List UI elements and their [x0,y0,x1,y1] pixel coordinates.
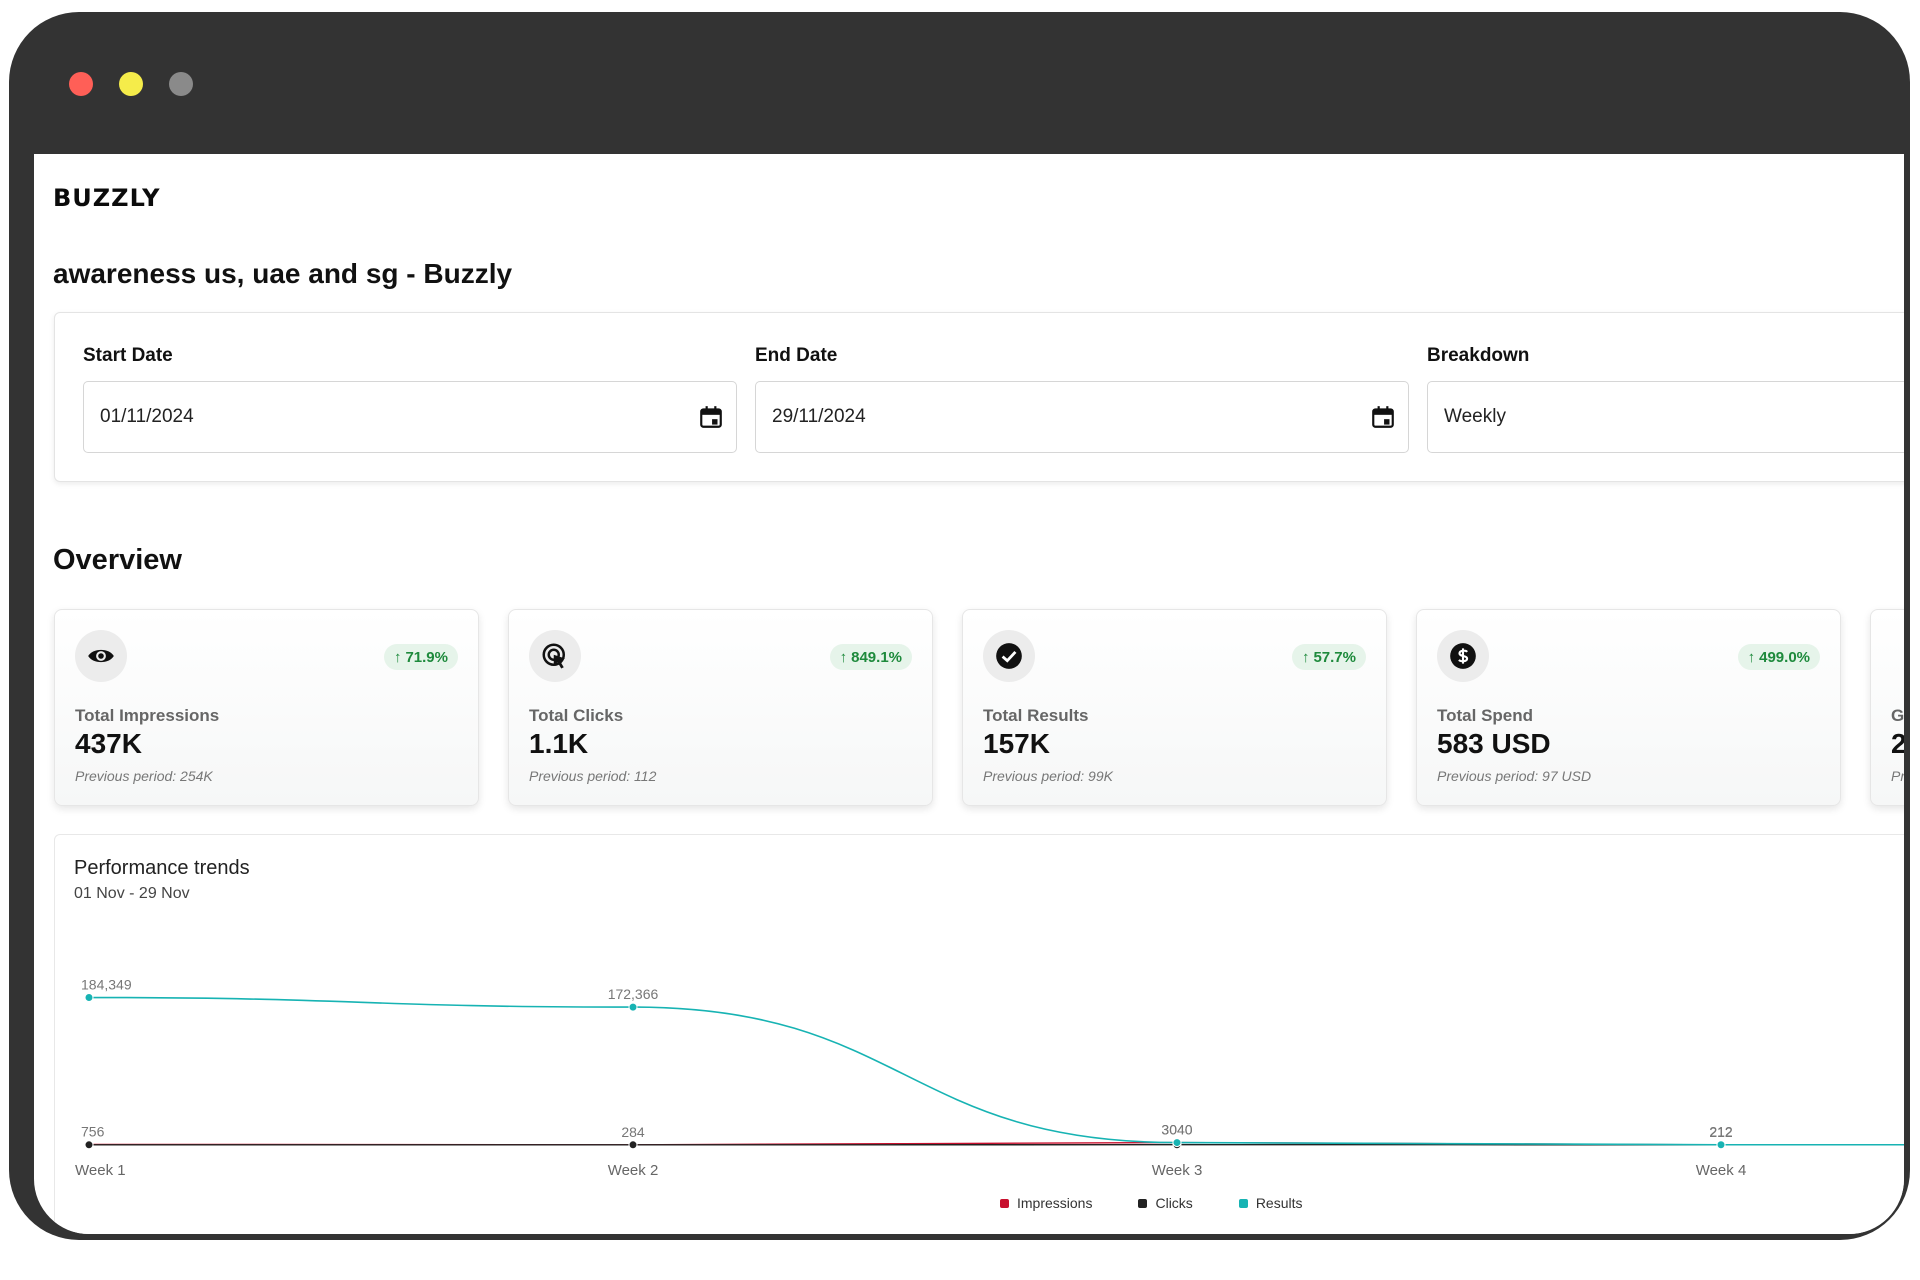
impressions-swatch [1000,1198,1009,1208]
impressions-label: Total Impressions [75,706,220,725]
x-tick-label: Week 1 [75,1162,126,1179]
arrow-up-icon: ↑ [1747,648,1756,666]
data-label-impressions: 284 [621,1124,645,1140]
results-change: 57.7% [1313,648,1356,666]
partial-metric-card[interactable]: G 2 Pr [1870,609,1904,806]
clicks-label: Total Clicks [529,706,624,725]
legend-results[interactable]: Results [1238,1195,1303,1211]
data-point-results[interactable] [84,993,94,1003]
maximize-window-button[interactable] [169,72,193,96]
spend-change: 499.0% [1759,648,1810,666]
data-point-results[interactable] [628,1002,638,1012]
end-date-field: End Date 29/11/2024 [755,345,1409,453]
impressions-change: 71.9% [405,648,448,666]
performance-chart-panel: Performance trends 01 Nov - 29 Nov 756 28… [54,834,1904,1234]
brand-logo[interactable]: BUZZLY [53,184,161,212]
data-point-results[interactable] [1172,1138,1182,1148]
partial-card-label: G [1891,706,1904,725]
arrow-up-icon: ↑ [839,648,848,666]
clicks-swatch [1138,1198,1148,1208]
spend-change-badge: ↑ 499.0% [1737,644,1820,670]
arrow-up-icon: ↑ [1301,648,1310,666]
start-date-label: Start Date [83,345,173,366]
clicks-change-badge: ↑ 849.1% [829,644,912,670]
data-point-clicks[interactable] [84,1140,94,1150]
clicks-previous: Previous period: 112 [529,768,657,784]
impressions-change-badge: ↑ 71.9% [383,644,458,670]
results-label: Total Results [983,706,1089,725]
results-previous: Previous period: 99K [983,768,1113,784]
breakdown-select[interactable]: Weekly [1427,381,1904,453]
calendar-icon[interactable] [698,404,724,430]
series-line-results [88,996,1904,1146]
legend-clicks[interactable]: Clicks [1138,1195,1193,1211]
legend-impressions-label: Impressions [1017,1195,1093,1211]
eye-icon [75,630,127,682]
data-label-impressions: 756 [81,1123,105,1139]
close-window-button[interactable] [69,72,93,96]
x-tick-label: Week 4 [1696,1162,1747,1179]
partial-card-previous: Pr [1891,768,1904,784]
results-swatch [1238,1198,1248,1208]
legend-impressions[interactable]: Impressions [1000,1195,1092,1211]
results-change-badge: ↑ 57.7% [1291,644,1366,670]
data-label-results: 212 [1709,1124,1733,1140]
check-circle-icon [983,630,1035,682]
end-date-label: End Date [755,345,838,366]
clicks-change: 849.1% [851,648,902,666]
results-value: 157K [983,728,1050,759]
performance-line-chart[interactable]: 756 284 3040 212184,349172,3663040 212Week 1… [55,835,1904,1234]
end-date-value: 29/11/2024 [772,406,866,427]
breakdown-field: Breakdown Weekly [1427,345,1904,453]
date-filter-panel: Start Date 01/11/2024 End Date 29/11/202… [54,312,1904,482]
impressions-previous: Previous period: 254K [75,768,213,784]
results-card[interactable]: ↑ 57.7% Total Results 157K Previous perio… [962,609,1387,806]
spend-card[interactable]: ↑ 499.0% Total Spend 583 USD Previous per… [1416,609,1841,806]
legend-clicks-label: Clicks [1155,1195,1193,1211]
minimize-window-button[interactable] [119,72,143,96]
device-frame: BUZZLY awareness us, uae and sg - Buzzly… [9,12,1910,1240]
impressions-card[interactable]: ↑ 71.9% Total Impressions 437K Previous p… [54,609,479,806]
end-date-input[interactable]: 29/11/2024 [755,381,1409,453]
data-point-clicks[interactable] [628,1140,638,1150]
clicks-card[interactable]: ↑ 849.1% Total Clicks 1.1K Previous perio… [508,609,933,806]
clicks-value: 1.1K [529,728,589,759]
page-title: awareness us, uae and sg - Buzzly [53,258,513,289]
spend-previous: Previous period: 97 USD [1437,768,1592,784]
data-label-results: 3040 [1161,1122,1192,1138]
data-label-results: 184,349 [81,977,132,993]
legend-results-label: Results [1255,1195,1303,1211]
start-date-field: Start Date 01/11/2024 [83,345,737,453]
breakdown-label: Breakdown [1427,345,1530,366]
cursor-click-icon [529,630,581,682]
app-screen: BUZZLY awareness us, uae and sg - Buzzly… [34,154,1904,1234]
data-label-results: 172,366 [608,986,659,1002]
chart-legend: Impressions Clicks Results [1000,1195,1303,1211]
breakdown-value: Weekly [1444,406,1506,427]
data-point-results[interactable] [1716,1140,1726,1150]
arrow-up-icon: ↑ [393,648,402,666]
x-tick-label: Week 2 [608,1162,659,1179]
dollar-circle-icon [1437,630,1489,682]
start-date-input[interactable]: 01/11/2024 [83,381,737,453]
overview-title: Overview [53,544,182,576]
impressions-value: 437K [75,728,142,759]
calendar-icon[interactable] [1370,404,1396,430]
spend-label: Total Spend [1437,706,1534,725]
partial-card-value: 2 [1891,728,1904,759]
start-date-value: 01/11/2024 [100,406,194,427]
window-controls [69,72,193,96]
x-tick-label: Week 3 [1152,1162,1203,1179]
spend-value: 583 USD [1437,728,1551,759]
